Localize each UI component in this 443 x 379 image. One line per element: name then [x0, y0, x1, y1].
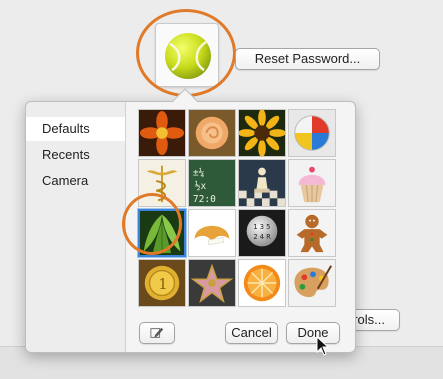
- beach-ball-icon: [289, 110, 335, 156]
- svg-text:½x: ½x: [195, 181, 207, 192]
- picture-orange-rose[interactable]: [188, 109, 236, 157]
- edit-picture-button[interactable]: [139, 322, 175, 344]
- sidebar-item-camera[interactable]: Camera: [26, 169, 125, 193]
- svg-text:2 4 R: 2 4 R: [253, 233, 271, 241]
- orange-rose-icon: [189, 110, 235, 156]
- picture-red-flower[interactable]: [138, 109, 186, 157]
- chess-pieces-icon: [239, 160, 285, 206]
- done-button[interactable]: Done: [286, 322, 340, 344]
- picture-walk-of-fame[interactable]: [188, 259, 236, 307]
- svg-text:72:0: 72:0: [193, 194, 216, 205]
- gear-shift-icon: 1 3 5 2 4 R: [239, 210, 285, 256]
- picture-cupcake[interactable]: [288, 159, 336, 207]
- picture-sunflower[interactable]: [238, 109, 286, 157]
- highlight-ring-current-picture: [136, 9, 236, 97]
- svg-text:1 3 5: 1 3 5: [253, 223, 270, 231]
- red-flower-icon: [139, 110, 185, 156]
- sidebar-item-recents[interactable]: Recents: [26, 143, 125, 167]
- picture-fortune-cookie[interactable]: [188, 209, 236, 257]
- pencil-edit-icon: [150, 327, 164, 338]
- highlight-ring-selected-picture: [122, 193, 182, 255]
- picture-paint-palette[interactable]: [288, 259, 336, 307]
- paint-palette-icon: [289, 260, 335, 306]
- picture-gold-medal[interactable]: 1: [138, 259, 186, 307]
- cancel-button[interactable]: Cancel: [225, 322, 278, 344]
- reset-password-button[interactable]: Reset Password...: [235, 48, 380, 70]
- sidebar-item-defaults[interactable]: Defaults: [26, 117, 125, 141]
- gingerbread-man-icon: [289, 210, 335, 256]
- picture-chess[interactable]: [238, 159, 286, 207]
- picture-beach-ball[interactable]: [288, 109, 336, 157]
- gold-medal-icon: 1: [139, 260, 185, 306]
- mouse-pointer-icon: [316, 336, 330, 356]
- orange-slice-icon: [239, 260, 285, 306]
- fortune-cookie-icon: [189, 210, 235, 256]
- walk-of-fame-star-icon: [189, 260, 235, 306]
- sunflower-icon: [239, 110, 285, 156]
- cupcake-icon: [289, 160, 335, 206]
- picture-orange-slice[interactable]: [238, 259, 286, 307]
- picker-sidebar: Defaults Recents Camera: [26, 102, 126, 352]
- picture-gingerbread[interactable]: [288, 209, 336, 257]
- chalkboard-math-icon: ±¼ ½x 72:0: [189, 160, 235, 206]
- picture-chalkboard[interactable]: ±¼ ½x 72:0: [188, 159, 236, 207]
- picture-gear-shift[interactable]: 1 3 5 2 4 R: [238, 209, 286, 257]
- svg-text:1: 1: [158, 275, 168, 293]
- svg-text:±¼: ±¼: [193, 167, 205, 178]
